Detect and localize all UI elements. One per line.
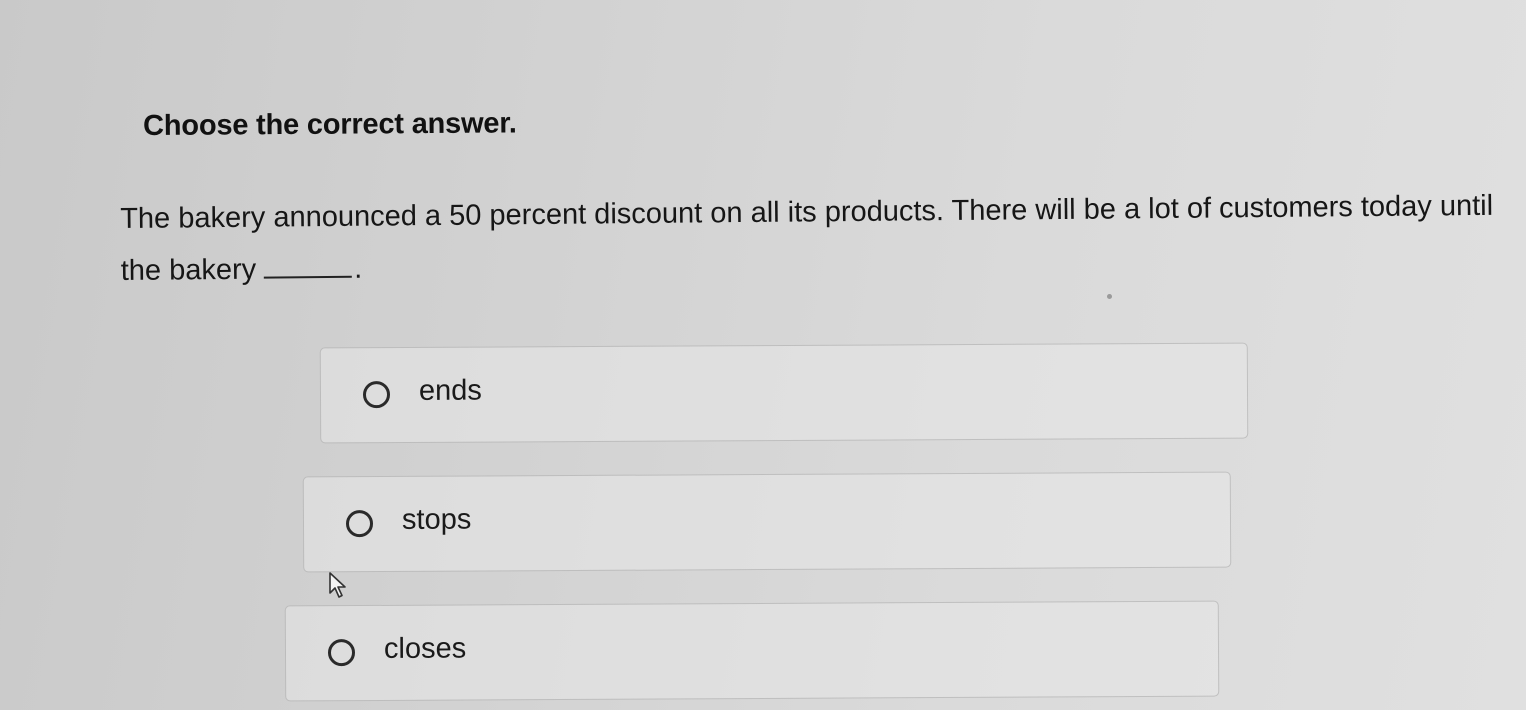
radio-empty-icon[interactable]	[362, 381, 391, 409]
answer-blank	[264, 255, 353, 279]
instruction-heading: Choose the correct answer.	[143, 107, 517, 142]
option-label: stops	[401, 503, 472, 536]
option-label: closes	[383, 632, 467, 665]
question-text: The bakery announced a 50 percent discou…	[120, 180, 1516, 297]
radio-empty-icon[interactable]	[327, 639, 356, 667]
answer-option-ends[interactable]: ends	[319, 342, 1249, 444]
question-period: .	[354, 252, 363, 285]
radio-empty-icon[interactable]	[345, 510, 374, 538]
option-label: ends	[418, 374, 482, 407]
answer-option-closes[interactable]: closes	[284, 600, 1220, 702]
answer-option-stops[interactable]: stops	[302, 471, 1232, 573]
mouse-pointer-icon	[329, 572, 346, 598]
screen-speck	[1107, 294, 1112, 299]
